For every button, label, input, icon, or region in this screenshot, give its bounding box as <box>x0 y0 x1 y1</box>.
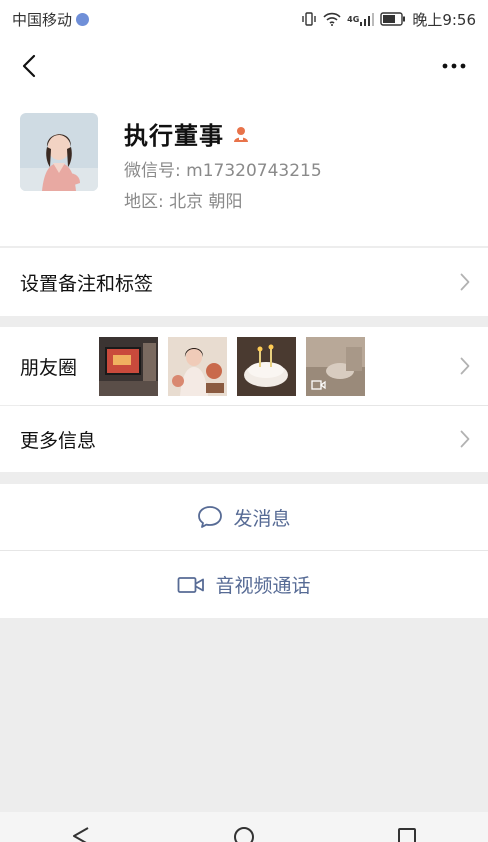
region: 地区: 北京 朝阳 <box>124 192 243 212</box>
system-nav-bar <box>0 812 488 842</box>
moment-thumbnail <box>99 336 159 396</box>
nav-recents-icon[interactable] <box>396 826 418 842</box>
chevron-right-icon <box>460 430 470 448</box>
carrier-hd-icon <box>76 12 90 26</box>
more-info-label: 更多信息 <box>20 429 97 452</box>
avatar[interactable] <box>20 113 98 191</box>
status-bar: 中国移动 4G 晚上9:56 <box>0 0 488 38</box>
contact-name: 执行董事 <box>124 122 224 150</box>
moment-thumbnail <box>237 336 297 396</box>
chevron-right-icon <box>460 357 470 375</box>
moments-label: 朋友圈 <box>20 356 78 379</box>
moments-thumbnails <box>99 336 366 396</box>
more-options-button[interactable] <box>434 46 474 86</box>
back-arrow-icon <box>22 54 36 78</box>
moments-row[interactable]: 朋友圈 <box>0 327 488 405</box>
wifi-icon <box>323 12 341 26</box>
video-camera-icon <box>178 576 205 593</box>
remark-tags-row[interactable]: 设置备注和标签 <box>0 248 488 316</box>
remark-tags-label: 设置备注和标签 <box>20 272 154 295</box>
nav-back-icon[interactable] <box>70 826 92 842</box>
moment-thumbnail <box>168 336 228 396</box>
chevron-right-icon <box>460 273 470 291</box>
battery-icon <box>380 12 406 26</box>
chat-bubble-icon <box>198 506 223 528</box>
moment-video-thumbnail <box>306 336 366 396</box>
person-badge-icon <box>234 126 248 142</box>
clock: 晚上9:56 <box>412 10 476 29</box>
network-type: 4G <box>347 14 360 24</box>
nav-home-icon[interactable] <box>233 826 255 842</box>
send-message-label: 发消息 <box>233 507 291 530</box>
wechat-id: 微信号: m17320743215 <box>124 161 322 181</box>
top-navbar <box>0 38 488 94</box>
send-message-button[interactable]: 发消息 <box>0 484 488 550</box>
profile-card: 执行董事 微信号: m17320743215 地区: 北京 朝阳 <box>0 94 488 246</box>
more-info-row[interactable]: 更多信息 <box>0 406 488 472</box>
video-call-button[interactable]: 音视频通话 <box>0 551 488 618</box>
more-dots-icon <box>442 63 466 69</box>
video-call-label: 音视频通话 <box>215 575 311 597</box>
carrier-name: 中国移动 <box>12 10 73 29</box>
signal-icon: 4G <box>347 12 375 26</box>
back-button[interactable] <box>14 46 44 86</box>
vibrate-icon <box>301 11 317 27</box>
